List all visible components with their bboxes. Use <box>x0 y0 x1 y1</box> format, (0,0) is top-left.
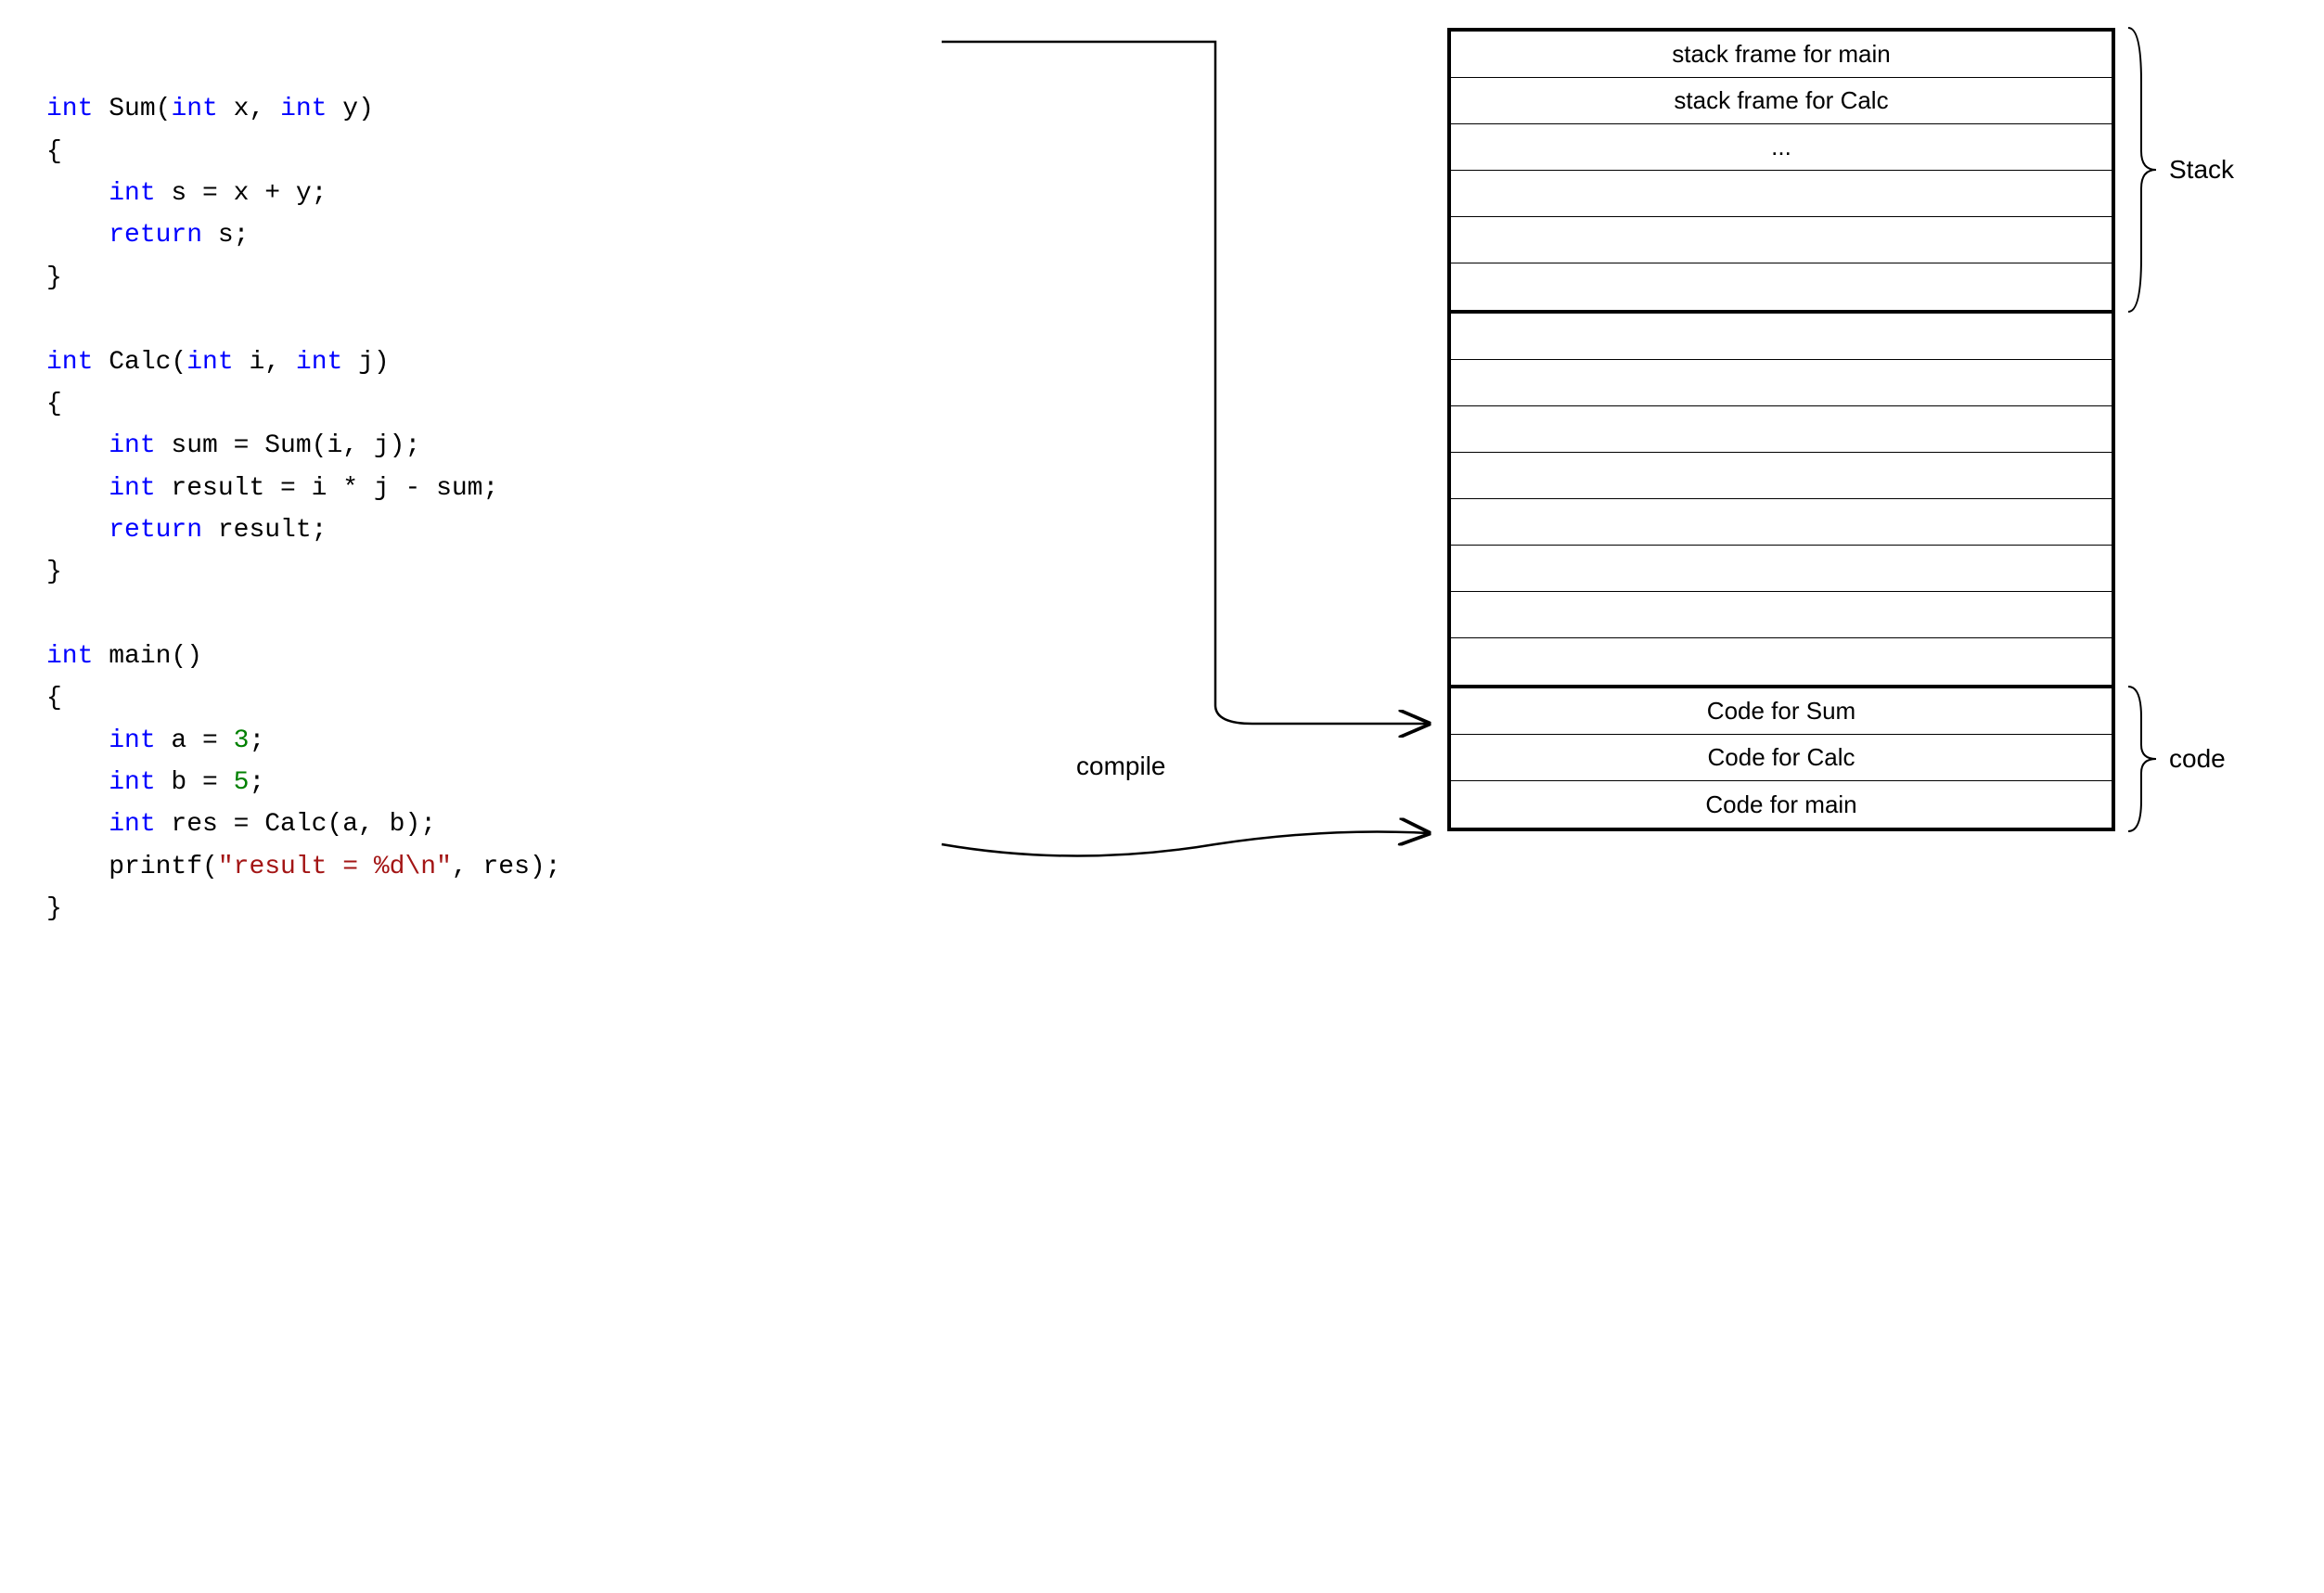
kw-int: int <box>46 768 156 797</box>
code-segment: Code for SumCode for CalcCode for main <box>1447 685 2115 831</box>
literal-num: 5 <box>234 768 250 797</box>
memory-row: Code for Calc <box>1451 735 2112 781</box>
param: y) <box>327 95 374 123</box>
memory-row <box>1451 592 2112 638</box>
kw-int: int <box>46 474 156 503</box>
kw-int: int <box>46 431 156 460</box>
kw-return: return <box>46 516 202 545</box>
brace-icon <box>2125 26 2162 314</box>
stmt: b = <box>156 768 234 797</box>
stmt: s = x + y; <box>156 179 327 208</box>
memory-row <box>1451 263 2112 310</box>
literal-num: 3 <box>234 726 250 755</box>
stmt: result = i * j - sum; <box>156 474 499 503</box>
param: j) <box>342 348 389 377</box>
memory-row <box>1451 453 2112 499</box>
kw-int: int <box>46 179 156 208</box>
memory-row: stack frame for main <box>1451 32 2112 78</box>
stmt: ; <box>249 726 264 755</box>
compile-label: compile <box>1076 752 1165 781</box>
memory-row <box>1451 546 2112 592</box>
fn-name: main() <box>93 642 202 671</box>
compile-arrow-bottom <box>937 816 1457 872</box>
memory-row <box>1451 171 2112 217</box>
kw-return: return <box>46 221 202 250</box>
stmt: printf( <box>46 853 218 881</box>
kw-int: int <box>46 642 93 671</box>
kw-int: int <box>296 348 342 377</box>
brace-open: { <box>46 684 62 713</box>
brace-icon <box>2125 685 2162 833</box>
literal-str: "result = %d\n" <box>218 853 452 881</box>
code-brace: code <box>2125 685 2226 833</box>
param: i, <box>234 348 296 377</box>
stmt: a = <box>156 726 234 755</box>
memory-layout: stack frame for mainstack frame for Calc… <box>1447 28 2115 831</box>
memory-row <box>1451 499 2112 546</box>
param: x, <box>218 95 280 123</box>
stmt: ; <box>249 768 264 797</box>
fn-name: Sum( <box>93 95 171 123</box>
memory-row: Code for main <box>1451 781 2112 828</box>
memory-row: Code for Sum <box>1451 688 2112 735</box>
stmt: , res); <box>452 853 561 881</box>
kw-int: int <box>186 348 233 377</box>
memory-row <box>1451 638 2112 685</box>
memory-row: stack frame for Calc <box>1451 78 2112 124</box>
memory-row <box>1451 217 2112 263</box>
compile-arrow-top <box>937 37 1457 844</box>
stmt: result; <box>202 516 327 545</box>
stmt: s; <box>202 221 249 250</box>
stmt: res = Calc(a, b); <box>156 810 436 839</box>
kw-int: int <box>46 348 93 377</box>
memory-row <box>1451 360 2112 406</box>
kw-int: int <box>171 95 217 123</box>
stmt: sum = Sum(i, j); <box>156 431 421 460</box>
brace-close: } <box>46 558 62 586</box>
memory-row <box>1451 314 2112 360</box>
stack-segment: stack frame for mainstack frame for Calc… <box>1447 28 2115 314</box>
memory-row: ... <box>1451 124 2112 171</box>
kw-int: int <box>280 95 327 123</box>
kw-int: int <box>46 810 156 839</box>
stack-brace: Stack <box>2125 26 2234 314</box>
brace-close: } <box>46 894 62 923</box>
brace-open: { <box>46 390 62 418</box>
fn-name: Calc( <box>93 348 186 377</box>
code-label: code <box>2169 744 2226 774</box>
brace-open: { <box>46 137 62 166</box>
kw-int: int <box>46 95 93 123</box>
memory-row <box>1451 406 2112 453</box>
brace-close: } <box>46 263 62 292</box>
middle-segment <box>1447 314 2115 685</box>
stack-label: Stack <box>2169 155 2234 185</box>
kw-int: int <box>46 726 156 755</box>
source-code: int Sum(int x, int y) { int s = x + y; r… <box>46 46 561 931</box>
